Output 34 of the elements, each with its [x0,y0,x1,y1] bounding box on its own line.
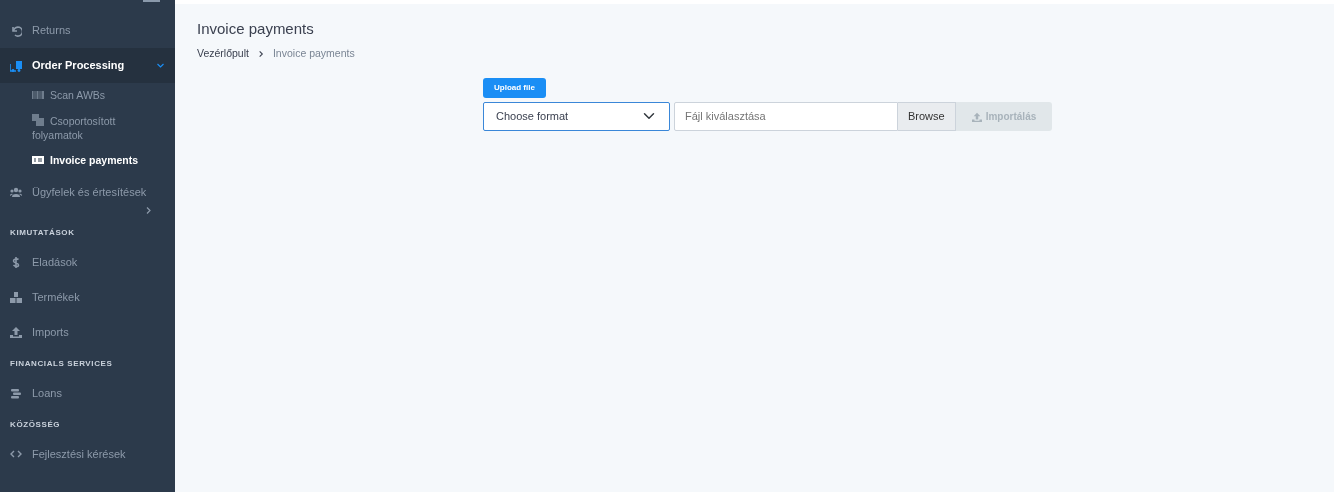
page-title: Invoice payments [197,20,315,38]
file-field[interactable]: Fájl kiválasztása [674,101,898,131]
undo-icon [10,24,22,37]
code-icon [10,448,22,460]
section-heading: KIMUTATÁSOK [9,226,76,239]
browse-button[interactable]: Browse [898,101,956,131]
sidebar-item[interactable]: Imports [0,314,175,350]
sidebar-subitem[interactable]: Csoportosított folyamatok [0,107,175,148]
barcode-icon [32,89,44,101]
sidebar-subitem[interactable]: Scan AWBs [0,83,175,107]
sidebar-item[interactable]: Returns [0,13,175,48]
coins-icon [10,387,22,399]
sidebar-item[interactable]: Ügyfelek és értesítések [0,176,175,219]
upload-icon [971,112,982,123]
sidebar-item[interactable]: Fejlesztési kérések [0,436,175,472]
chevron-icon [256,49,265,58]
format-select[interactable]: Choose format [483,101,670,131]
chevron-icon [144,205,153,215]
breadcrumb-link[interactable]: Vezérlőpult [197,46,249,62]
upload-label: Upload file [483,77,546,98]
sidebar-item[interactable]: Loans [0,375,175,411]
sidebar-item[interactable]: Eladások [0,244,175,280]
sidebar-subitem[interactable]: Invoice payments [0,148,175,172]
section-heading: FINANCIALS SERVICES [9,357,114,370]
dollar-icon [10,256,22,268]
users-icon [10,186,22,199]
sidebar-item[interactable]: Termékek [0,279,175,315]
sidebar-item[interactable]: Order Processing [0,48,175,83]
boxes-icon [10,291,22,303]
receipt-icon [32,154,44,166]
copy-icon [32,114,44,126]
chevron-icon [156,61,165,70]
upload-icon [10,326,22,338]
section-heading: KÖZÖSSÉG [9,418,62,431]
